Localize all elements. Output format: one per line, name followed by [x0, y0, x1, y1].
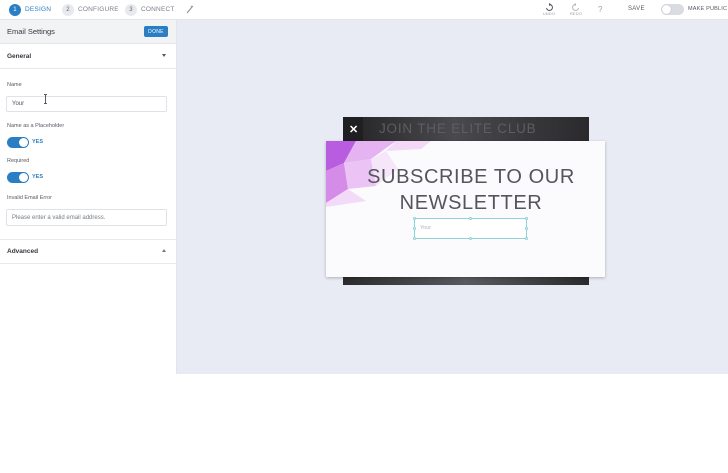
newsletter-popup[interactable]: SUBSCRIBE TO OUR NEWSLETTER Your — [326, 141, 605, 277]
redo-label: REDO — [569, 11, 583, 16]
switch-knob — [19, 173, 28, 182]
required-switch-state: YES — [32, 174, 44, 180]
step-label: CONFIGURE — [78, 6, 119, 13]
advanced-section-title: Advanced — [7, 248, 39, 255]
popup-headline: SUBSCRIBE TO OUR NEWSLETTER — [356, 164, 586, 216]
placeholder-toggle-label: Name as a Placeholder — [7, 123, 65, 129]
placeholder-switch-state: YES — [32, 139, 44, 145]
close-icon[interactable]: ✕ — [349, 123, 358, 136]
toggle-knob — [662, 5, 671, 14]
caret-up-icon — [162, 249, 166, 252]
undo-label: UNDO — [542, 11, 556, 16]
divider — [0, 68, 176, 69]
make-public-toggle[interactable] — [661, 4, 684, 15]
invalid-email-error-value: Please enter a valid email address. — [12, 214, 106, 221]
magic-wand-icon[interactable] — [186, 5, 194, 14]
step-connect[interactable]: 3 CONNECT — [125, 3, 175, 16]
email-field-selected[interactable]: Your — [413, 217, 528, 240]
headline-line-1: SUBSCRIBE TO OUR — [367, 166, 575, 188]
popup-back-title: JOIN THE ELITE CLUB — [379, 121, 537, 136]
required-label: Required — [7, 158, 30, 164]
undo-icon — [546, 3, 553, 11]
bottom-texture — [343, 277, 589, 285]
text-cursor-icon — [44, 94, 47, 104]
name-field-label: Name — [7, 82, 22, 88]
resize-handle[interactable] — [413, 227, 416, 230]
sidebar-title: Email Settings — [7, 27, 55, 36]
help-button[interactable]: ? — [598, 5, 602, 14]
switch-knob — [19, 138, 28, 147]
invalid-email-error-input[interactable]: Please enter a valid email address. — [6, 209, 167, 226]
resize-handle[interactable] — [469, 237, 472, 240]
top-toolbar: 1 DESIGN 2 CONFIGURE 3 CONNECT UNDO REDO… — [0, 0, 728, 20]
step-number: 2 — [62, 3, 74, 16]
step-design[interactable]: 1 DESIGN — [9, 3, 51, 16]
resize-handle[interactable] — [525, 217, 528, 220]
step-configure[interactable]: 2 CONFIGURE — [62, 3, 119, 16]
step-label: CONNECT — [141, 6, 175, 13]
redo-button[interactable]: REDO — [568, 2, 584, 16]
divider — [0, 239, 176, 240]
undo-button[interactable]: UNDO — [541, 2, 557, 16]
sidebar-header: Email Settings DONE — [0, 20, 176, 44]
name-input-value: Your — [12, 101, 25, 107]
required-switch[interactable] — [7, 172, 29, 183]
general-section-header[interactable]: General — [0, 46, 176, 68]
step-number: 1 — [9, 3, 21, 16]
app-window: 1 DESIGN 2 CONFIGURE 3 CONNECT UNDO REDO… — [0, 0, 728, 374]
make-public-label: MAKE PUBLIC — [688, 6, 728, 12]
general-section-title: General — [7, 53, 32, 60]
settings-sidebar: Email Settings DONE General Name Your Na… — [0, 20, 177, 374]
name-input[interactable]: Your — [6, 96, 167, 112]
step-label: DESIGN — [25, 6, 52, 13]
resize-handle[interactable] — [413, 237, 416, 240]
caret-down-icon — [162, 54, 166, 57]
invalid-email-error-label: Invalid Email Error — [7, 195, 52, 201]
advanced-section-header[interactable]: Advanced — [0, 241, 176, 263]
resize-handle[interactable] — [413, 217, 416, 220]
headline-line-2: NEWSLETTER — [399, 192, 543, 214]
divider — [0, 263, 176, 264]
email-field-placeholder: Your — [420, 225, 432, 231]
save-button[interactable]: SAVE — [628, 6, 645, 12]
step-number: 3 — [125, 3, 137, 16]
name-placeholder-switch[interactable] — [7, 137, 29, 148]
resize-handle[interactable] — [525, 227, 528, 230]
done-button[interactable]: DONE — [144, 26, 168, 37]
redo-icon — [572, 3, 579, 11]
resize-handle[interactable] — [469, 217, 472, 220]
resize-handle[interactable] — [525, 237, 528, 240]
